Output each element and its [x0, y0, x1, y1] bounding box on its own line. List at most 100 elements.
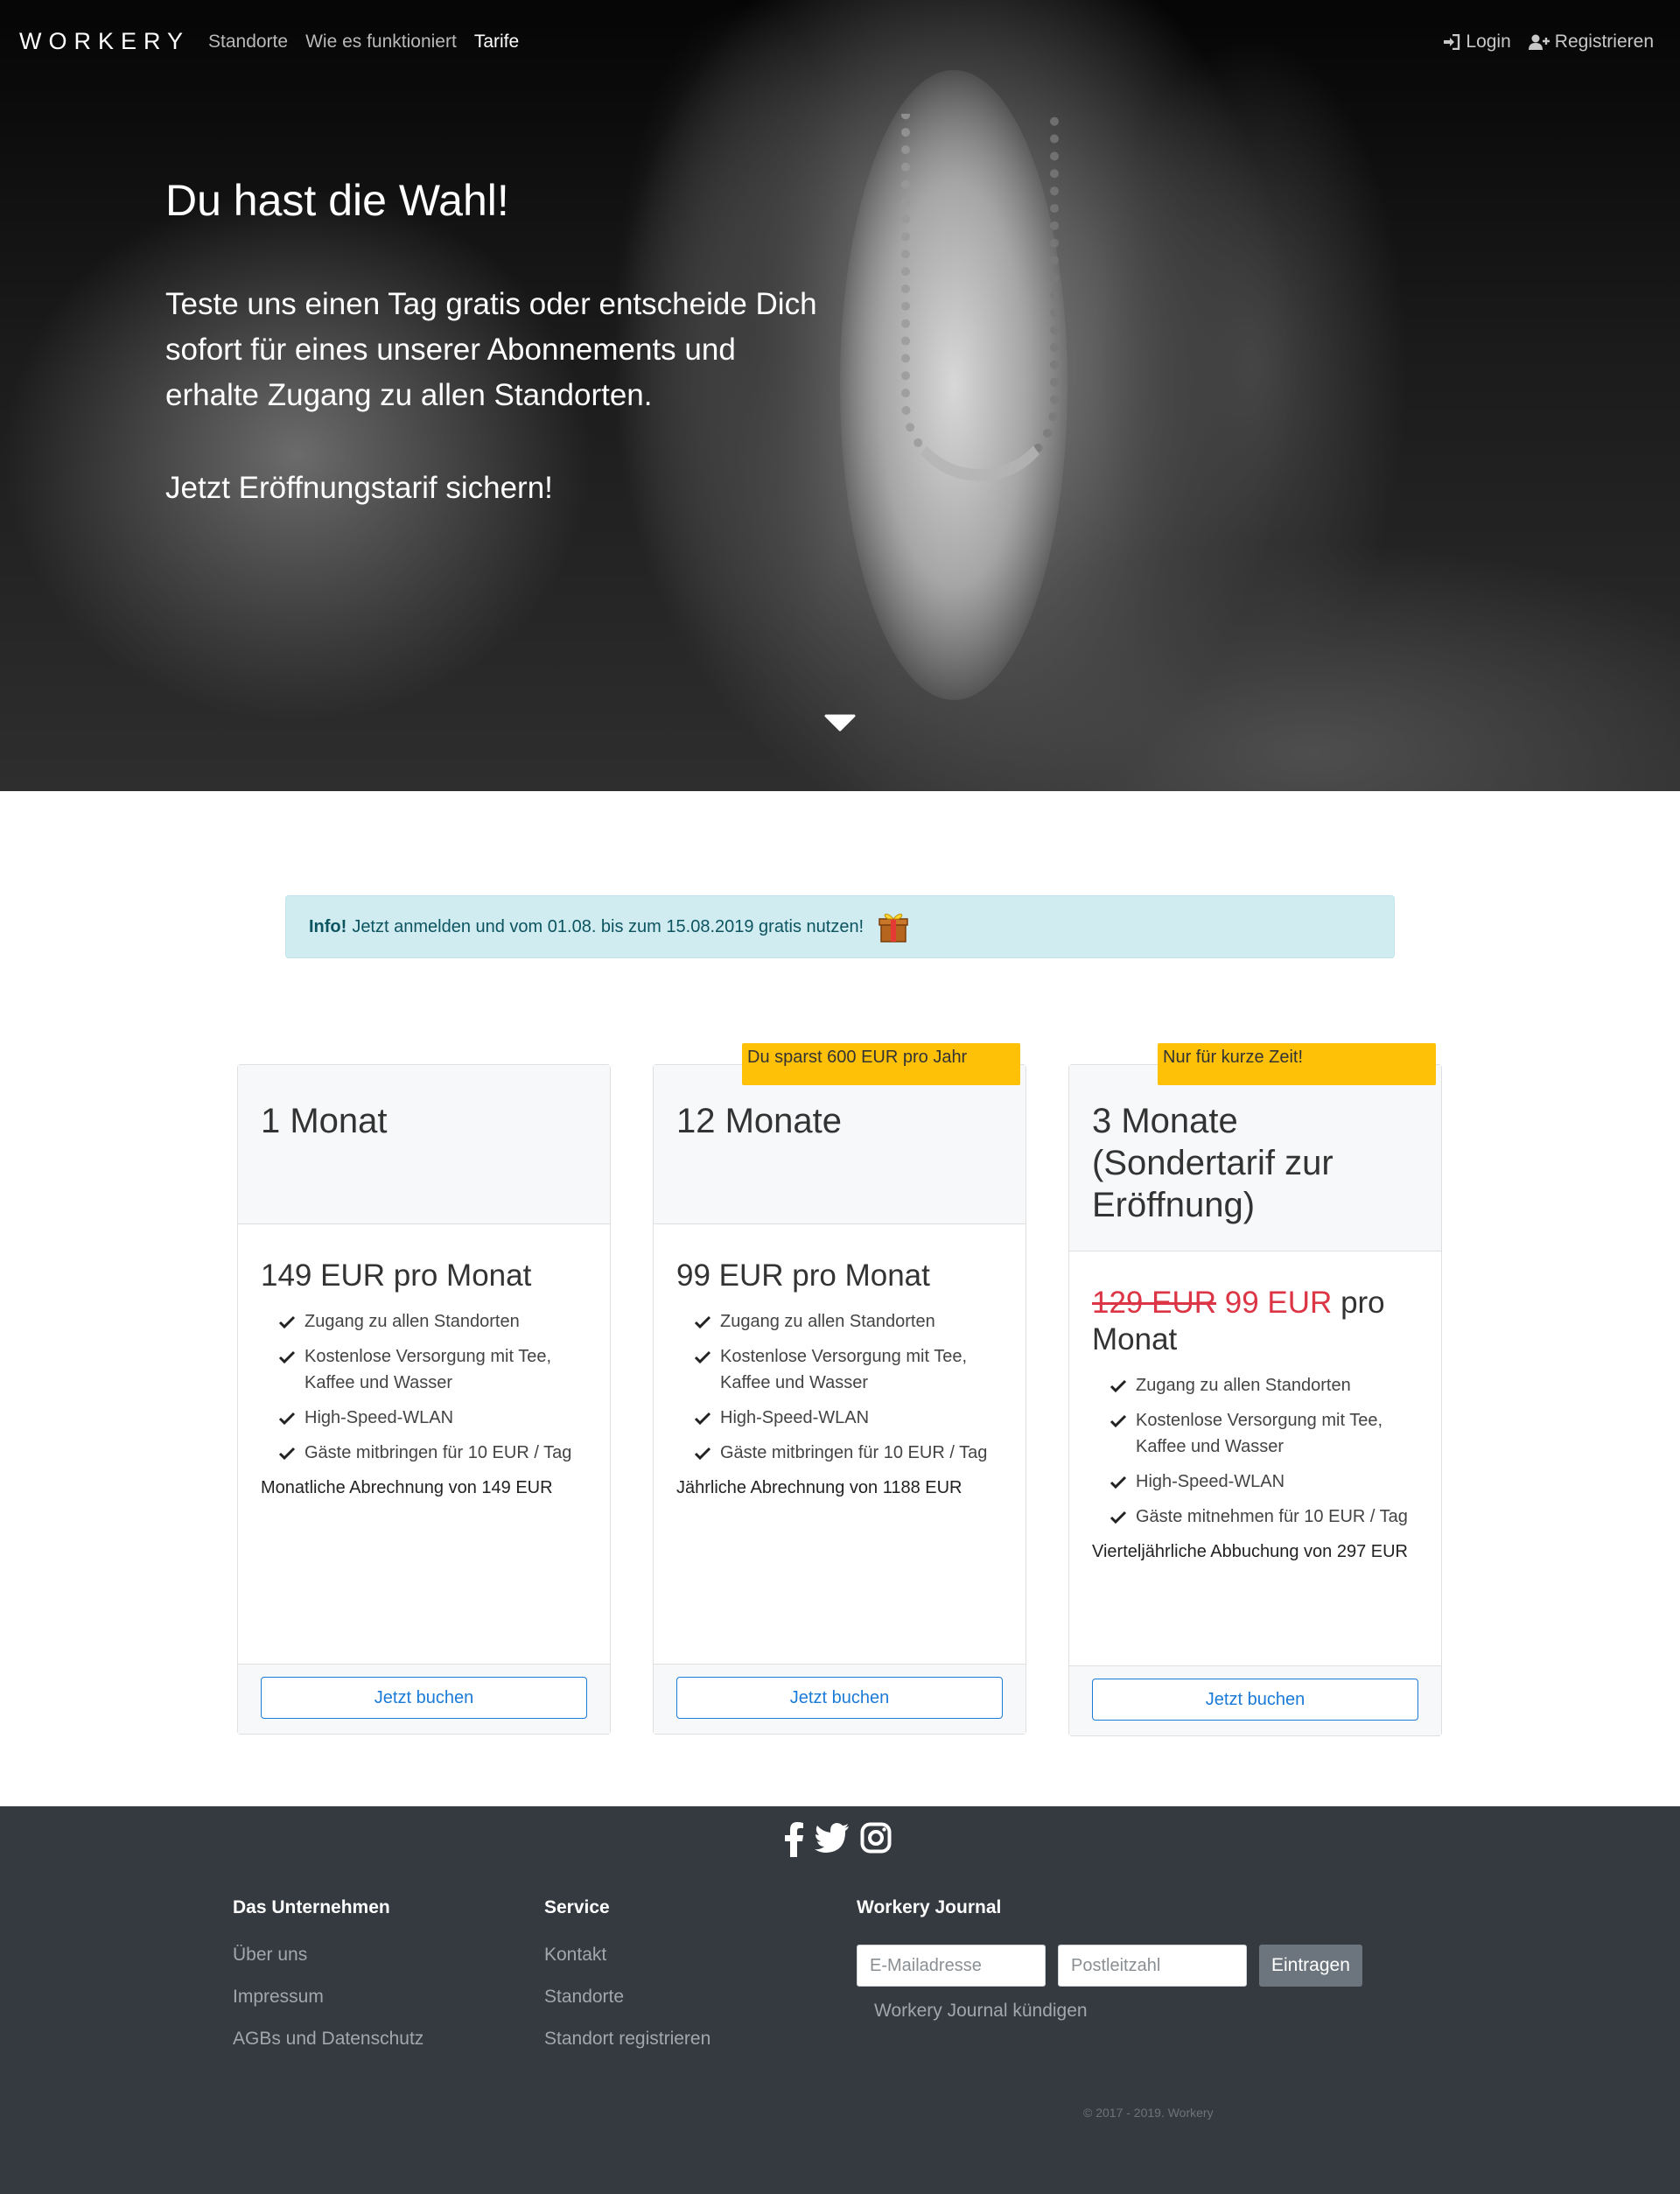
book-button[interactable]: Jetzt buchen [1092, 1679, 1418, 1721]
savings-ribbon: Du sparst 600 EUR pro Jahr [742, 1043, 1020, 1085]
plan-price: 149 EUR pro Monat [261, 1258, 532, 1293]
nav-account: Login Registrieren [1443, 32, 1654, 53]
footer-link-register-location[interactable]: Standort registrieren [544, 2029, 710, 2050]
check-icon [694, 1412, 711, 1426]
logo[interactable]: WORKERY [19, 28, 190, 55]
feature-item: Zugang zu allen Standorten [694, 1308, 1003, 1335]
book-button[interactable]: Jetzt buchen [261, 1677, 587, 1719]
feature-item: Kostenlose Versorgung mit Tee, Kaffee un… [1110, 1407, 1418, 1460]
plan-title: 1 Monat [238, 1065, 610, 1224]
gift-icon [878, 914, 908, 943]
feature-item: High-Speed-WLAN [1110, 1469, 1418, 1495]
hero-text: Teste uns einen Tag gratis oder entschei… [165, 287, 817, 412]
check-icon [694, 1350, 711, 1364]
user-plus-icon [1528, 34, 1550, 50]
plan-billing: Monatliche Abrechnung von 149 EUR [261, 1478, 553, 1497]
check-icon [1110, 1476, 1127, 1490]
footer-heading: Das Unternehmen [233, 1897, 390, 1917]
limited-time-ribbon: Nur für kurze Zeit! [1158, 1043, 1436, 1085]
plan-price: 129 EUR 99 EUR pro Monat [1092, 1285, 1418, 1358]
unsubscribe-link[interactable]: Workery Journal kündigen [874, 2001, 1362, 2022]
check-icon [278, 1350, 296, 1364]
social-links [783, 1822, 892, 1861]
navbar: WORKERY Standorte Wie es funktioniert Ta… [0, 0, 1680, 84]
footer-link-contact[interactable]: Kontakt [544, 1945, 710, 1966]
copyright: © 2017 - 2019. Workery [1083, 2106, 1214, 2120]
scroll-down-button[interactable] [824, 714, 856, 735]
nav-link-tarife[interactable]: Tarife [474, 32, 519, 53]
plan-billing: Jährliche Abrechnung von 1188 EUR [676, 1478, 962, 1497]
alert-strong: Info! [309, 916, 347, 936]
sign-in-icon [1444, 34, 1460, 50]
login-link[interactable]: Login [1443, 32, 1511, 53]
check-icon [1110, 1511, 1127, 1525]
nav-link-how-it-works[interactable]: Wie es funktioniert [305, 32, 457, 53]
feature-item: Zugang zu allen Standorten [278, 1308, 587, 1335]
feature-item: Zugang zu allen Standorten [1110, 1372, 1418, 1398]
feature-item: Gäste mitbringen für 10 EUR / Tag [278, 1440, 587, 1466]
book-button[interactable]: Jetzt buchen [676, 1677, 1003, 1719]
footer-col-journal: Workery Journal Eintragen Workery Journa… [857, 1897, 1362, 2043]
plan-title: 12 Monate [654, 1065, 1026, 1224]
email-input[interactable] [857, 1945, 1046, 1987]
twitter-icon[interactable] [815, 1822, 850, 1861]
check-icon [694, 1447, 711, 1461]
hero-cta: Jetzt Eröffnungstarif sichern! [165, 471, 553, 505]
price-old: 129 EUR [1092, 1286, 1217, 1320]
alert-text: Jetzt anmelden und vom 01.08. bis zum 15… [352, 916, 864, 936]
facebook-icon[interactable] [783, 1822, 804, 1861]
feature-item: High-Speed-WLAN [278, 1405, 587, 1431]
footer-col-service: Service Kontakt Standorte Standort regis… [544, 1897, 710, 2071]
feature-item: Kostenlose Versorgung mit Tee, Kaffee un… [278, 1343, 587, 1396]
info-alert: Info! Jetzt anmelden und vom 01.08. bis … [285, 895, 1395, 958]
instagram-icon[interactable] [860, 1822, 892, 1861]
login-label: Login [1466, 32, 1511, 52]
feature-item: High-Speed-WLAN [694, 1405, 1003, 1431]
hero-image-shadow [1094, 35, 1409, 700]
caret-down-icon [824, 714, 856, 732]
price-new: 99 EUR [1224, 1286, 1333, 1320]
footer-heading: Workery Journal [857, 1897, 1002, 1917]
hero-image-necklace [901, 114, 1059, 481]
hero-title: Du hast die Wahl! [165, 176, 509, 225]
check-icon [278, 1315, 296, 1329]
feature-item: Kostenlose Versorgung mit Tee, Kaffee un… [694, 1343, 1003, 1396]
plan-card-3-months: 3 Monate (Sondertarif zur Eröffnung) 129… [1068, 1064, 1442, 1736]
footer-link-terms[interactable]: AGBs und Datenschutz [233, 2029, 424, 2050]
feature-list: Zugang zu allen Standorten Kostenlose Ve… [676, 1308, 1003, 1466]
hero-section: WORKERY Standorte Wie es funktioniert Ta… [0, 0, 1680, 791]
plan-price: 99 EUR pro Monat [676, 1258, 930, 1293]
footer-col-company: Das Unternehmen Über uns Impressum AGBs … [233, 1897, 424, 2071]
nav-links: Standorte Wie es funktioniert Tarife [208, 32, 519, 53]
nav-link-standorte[interactable]: Standorte [208, 32, 288, 53]
plan-footer: Jetzt buchen [1069, 1665, 1441, 1735]
footer-link-locations[interactable]: Standorte [544, 1987, 710, 2008]
check-icon [1110, 1379, 1127, 1393]
plan-title: 3 Monate (Sondertarif zur Eröffnung) [1069, 1065, 1441, 1251]
subscribe-button[interactable]: Eintragen [1259, 1945, 1362, 1987]
plan-billing: Vierteljährliche Abbuchung von 297 EUR [1092, 1542, 1408, 1561]
check-icon [278, 1412, 296, 1426]
plan-body: 129 EUR 99 EUR pro Monat Zugang zu allen… [1069, 1251, 1441, 1565]
plan-body: 99 EUR pro Monat Zugang zu allen Standor… [654, 1224, 1026, 1501]
plan-card-12-months: 12 Monate 99 EUR pro Monat Zugang zu all… [653, 1064, 1026, 1735]
plan-footer: Jetzt buchen [654, 1664, 1026, 1734]
plan-card-1-month: 1 Monat 149 EUR pro Monat Zugang zu alle… [237, 1064, 611, 1735]
plan-footer: Jetzt buchen [238, 1664, 610, 1734]
feature-list: Zugang zu allen Standorten Kostenlose Ve… [261, 1308, 587, 1466]
footer-heading: Service [544, 1897, 610, 1917]
feature-item: Gäste mitbringen für 10 EUR / Tag [694, 1440, 1003, 1466]
zip-input[interactable] [1058, 1945, 1247, 1987]
check-icon [278, 1447, 296, 1461]
plan-body: 149 EUR pro Monat Zugang zu allen Stando… [238, 1224, 610, 1501]
register-link[interactable]: Registrieren [1528, 32, 1654, 53]
footer-link-about[interactable]: Über uns [233, 1945, 424, 1966]
register-label: Registrieren [1554, 32, 1654, 52]
feature-list: Zugang zu allen Standorten Kostenlose Ve… [1092, 1372, 1418, 1530]
footer-link-imprint[interactable]: Impressum [233, 1987, 424, 2008]
newsletter-form: Eintragen [857, 1945, 1362, 1987]
footer: Das Unternehmen Über uns Impressum AGBs … [0, 1806, 1680, 2194]
check-icon [1110, 1414, 1127, 1428]
feature-item: Gäste mitnehmen für 10 EUR / Tag [1110, 1504, 1418, 1530]
check-icon [694, 1315, 711, 1329]
